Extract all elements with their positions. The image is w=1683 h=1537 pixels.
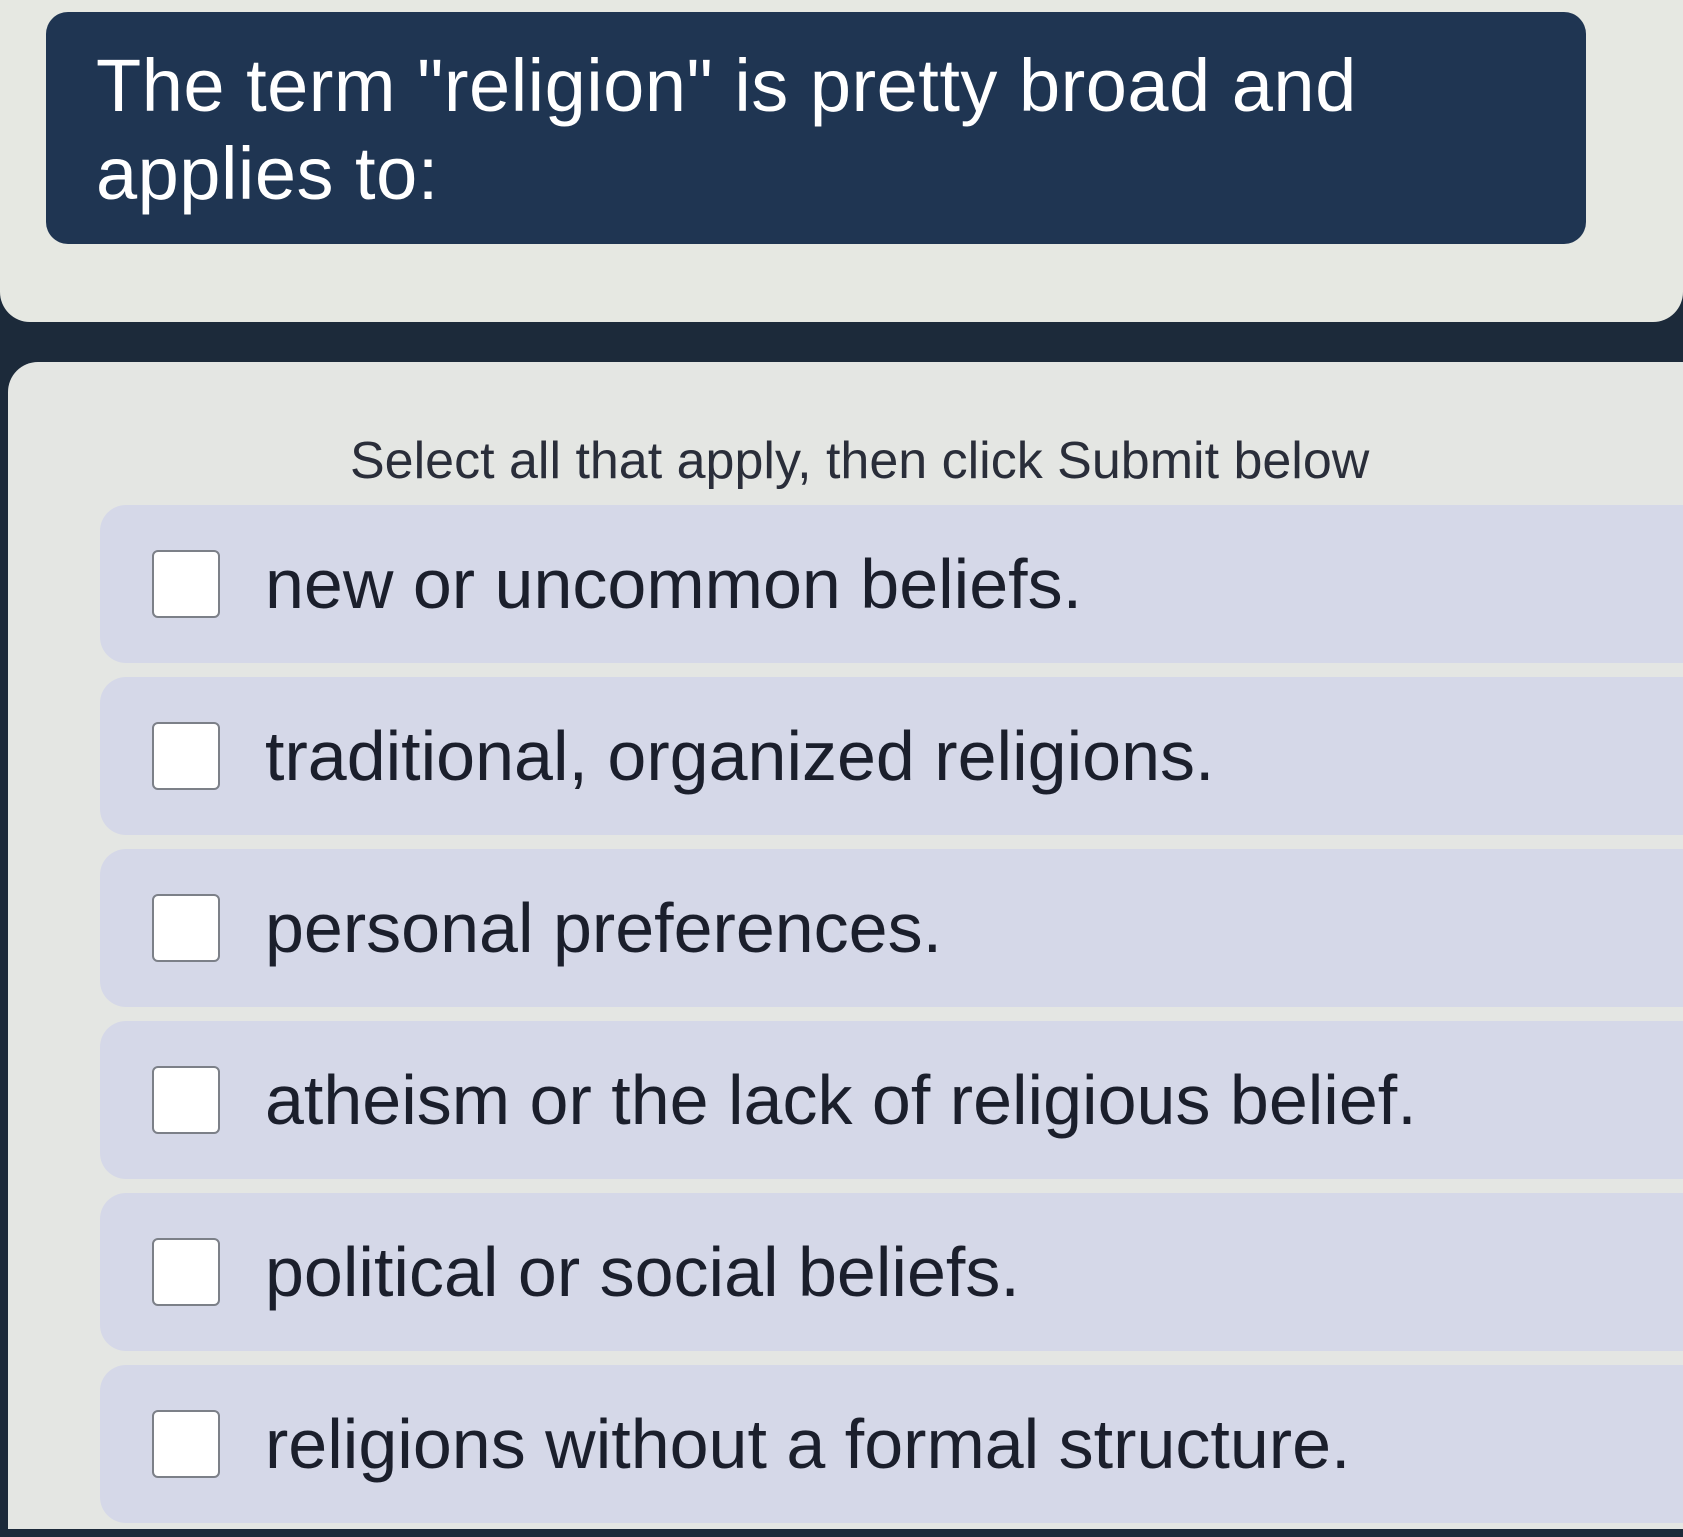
question-banner: The term "religion" is pretty broad and … [46,12,1586,244]
option-label[interactable]: traditional, organized religions. [265,716,1214,796]
option-label[interactable]: religions without a formal structure. [265,1404,1350,1484]
option-row[interactable]: new or uncommon beliefs. [100,505,1683,663]
option-label[interactable]: new or uncommon beliefs. [265,544,1082,624]
option-checkbox[interactable] [152,1410,220,1478]
option-label[interactable]: personal preferences. [265,888,942,968]
option-row[interactable]: political or social beliefs. [100,1193,1683,1351]
option-label[interactable]: atheism or the lack of religious belief. [265,1060,1417,1140]
option-checkbox[interactable] [152,550,220,618]
option-label[interactable]: political or social beliefs. [265,1232,1020,1312]
option-row[interactable]: personal preferences. [100,849,1683,1007]
option-checkbox[interactable] [152,722,220,790]
question-card: The term "religion" is pretty broad and … [0,0,1683,322]
option-checkbox[interactable] [152,1238,220,1306]
option-checkbox[interactable] [152,1066,220,1134]
question-text: The term "religion" is pretty broad and … [96,44,1357,215]
option-checkbox[interactable] [152,894,220,962]
options-list: new or uncommon beliefs. traditional, or… [100,505,1683,1537]
option-row[interactable]: religions without a formal structure. [100,1365,1683,1523]
option-row[interactable]: atheism or the lack of religious belief. [100,1021,1683,1179]
option-row[interactable]: traditional, organized religions. [100,677,1683,835]
instruction-text: Select all that apply, then click Submit… [350,432,1370,490]
